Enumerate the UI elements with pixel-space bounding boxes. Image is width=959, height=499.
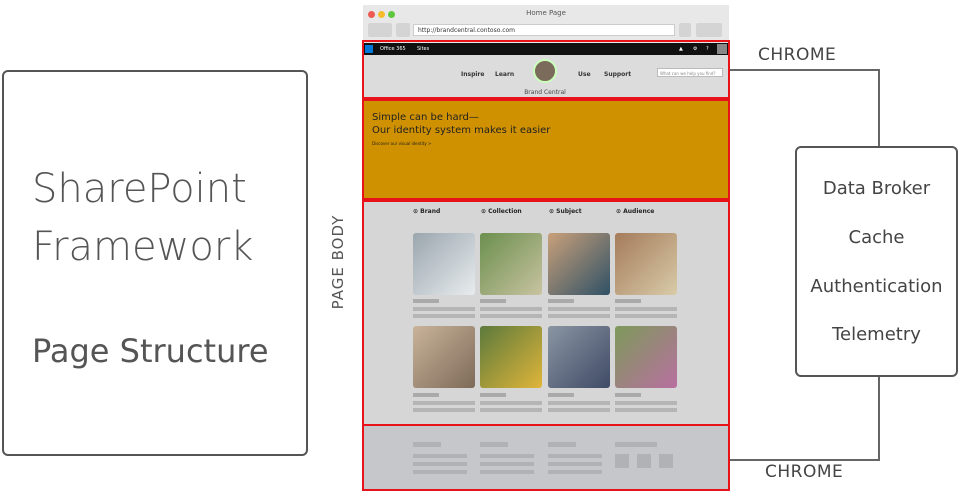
- page-body-label: PAGE BODY: [329, 214, 347, 310]
- service-cache: Cache: [848, 227, 905, 248]
- framework-subtitle: Page Structure: [32, 332, 269, 370]
- browser-menu-button: [696, 23, 722, 37]
- hero-outline: [362, 99, 730, 200]
- chrome-bottom-label: CHROME: [765, 462, 844, 482]
- chrome-bottom-outline: [362, 424, 730, 491]
- forward-button: [396, 23, 410, 37]
- service-telemetry: Telemetry: [832, 324, 921, 345]
- connector-top: [730, 69, 880, 148]
- url-bar: http://brandcentral.contoso.com: [413, 24, 675, 36]
- browser-titlebar: Home Page http://brandcentral.contoso.co…: [363, 5, 729, 44]
- framework-title-line2: Framework: [32, 224, 254, 270]
- framework-title-line1: SharePoint: [32, 166, 247, 212]
- chrome-top-outline: [362, 40, 730, 99]
- window-title: Home Page: [526, 9, 566, 17]
- service-data-broker: Data Broker: [822, 178, 931, 199]
- back-button: [368, 23, 392, 37]
- service-authentication: Authentication: [810, 276, 943, 297]
- connector-bottom: [730, 377, 880, 461]
- page-body-outline: [362, 200, 730, 426]
- framework-title: SharePoint Framework: [32, 160, 253, 276]
- services-panel: Data Broker Cache Authentication Telemet…: [795, 146, 958, 377]
- chrome-top-label: CHROME: [758, 45, 837, 65]
- reload-button: [679, 23, 691, 37]
